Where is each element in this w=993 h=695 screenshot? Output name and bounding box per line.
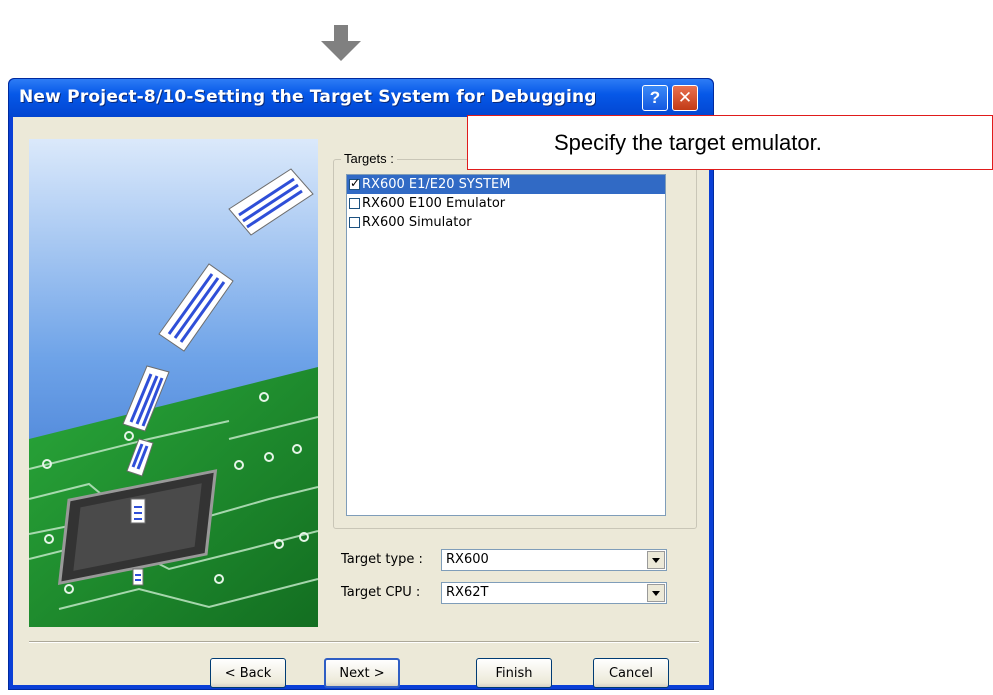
list-item-label: RX600 Simulator xyxy=(362,215,472,230)
target-checkbox[interactable] xyxy=(349,217,360,228)
dialog-body: Targets : RX600 E1/E20 SYSTEM RX600 E100… xyxy=(13,117,709,688)
next-button[interactable]: Next > xyxy=(324,658,400,688)
targets-list[interactable]: RX600 E1/E20 SYSTEM RX600 E100 Emulator … xyxy=(346,174,666,516)
targets-label: Targets : xyxy=(341,151,397,166)
close-button[interactable]: ✕ xyxy=(672,85,698,111)
list-item-label: RX600 E1/E20 SYSTEM xyxy=(362,177,511,192)
cancel-button[interactable]: Cancel xyxy=(593,658,669,688)
callout-text: Specify the target emulator. xyxy=(554,130,822,155)
close-icon: ✕ xyxy=(677,88,693,108)
list-item-rx600-e100[interactable]: RX600 E100 Emulator xyxy=(347,194,665,213)
chevron-down-icon[interactable] xyxy=(647,584,665,602)
list-item-label: RX600 E100 Emulator xyxy=(362,196,506,211)
target-type-label: Target type : xyxy=(341,552,423,567)
divider xyxy=(29,641,699,643)
help-button[interactable]: ? xyxy=(642,85,668,111)
annotation-callout: Specify the target emulator. xyxy=(467,115,993,170)
target-cpu-label: Target CPU : xyxy=(341,585,421,600)
list-item-rx600-simulator[interactable]: RX600 Simulator xyxy=(347,213,665,232)
finish-button[interactable]: Finish xyxy=(476,658,552,688)
dialog-title: New Project-8/10-Setting the Target Syst… xyxy=(19,87,597,107)
target-checkbox[interactable] xyxy=(349,176,360,190)
chevron-down-icon[interactable] xyxy=(647,551,665,569)
list-item-rx600-e1-e20[interactable]: RX600 E1/E20 SYSTEM xyxy=(347,175,665,194)
target-checkbox[interactable] xyxy=(349,198,360,209)
target-cpu-select[interactable]: RX62T xyxy=(441,582,667,604)
project-illustration xyxy=(29,139,318,627)
title-bar[interactable]: New Project-8/10-Setting the Target Syst… xyxy=(9,79,713,117)
target-cpu-value: RX62T xyxy=(446,585,489,600)
target-type-value: RX600 xyxy=(446,552,489,567)
down-arrow-icon xyxy=(321,25,361,61)
help-icon: ? xyxy=(649,88,661,107)
target-type-select[interactable]: RX600 xyxy=(441,549,667,571)
back-button[interactable]: < Back xyxy=(210,658,286,688)
